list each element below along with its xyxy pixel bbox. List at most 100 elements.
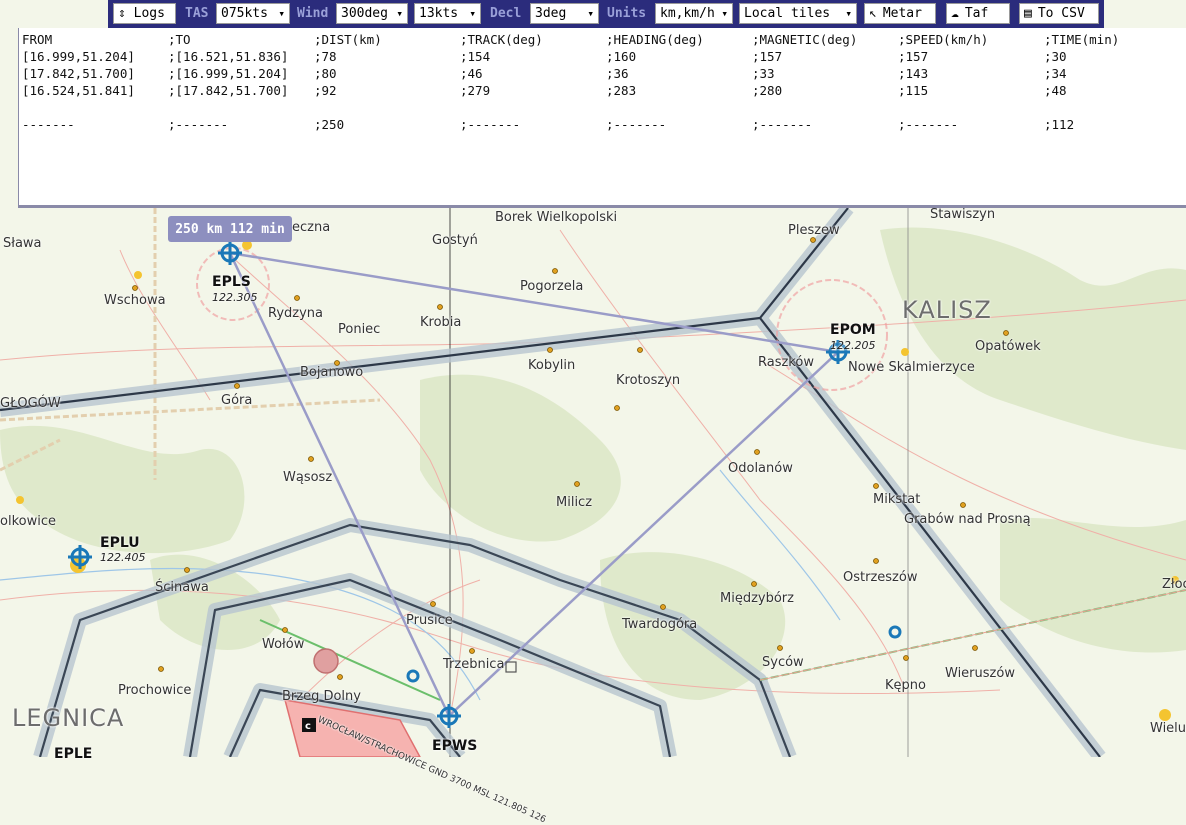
cell: [16.999,51.204]	[22, 49, 135, 64]
airport-eplu-name: EPLU	[100, 535, 140, 551]
wind-dir-value: 300deg	[341, 6, 388, 21]
col-to: ;TO	[168, 32, 191, 47]
taf-label: Taf	[964, 6, 989, 21]
cell: ;-------	[168, 117, 229, 132]
cell: ;-------	[898, 117, 959, 132]
col-time: ;TIME(min)	[1044, 32, 1120, 47]
town-slawa: Sława	[3, 236, 42, 251]
town-olkowice: olkowice	[0, 514, 56, 529]
town-krobia: Krobia	[420, 315, 462, 330]
cell: ;115	[898, 83, 929, 98]
cell: -------	[22, 117, 75, 132]
logs-button[interactable]: ⇕ Logs	[113, 3, 176, 24]
town-leszno: eczna	[292, 220, 331, 235]
csv-label: To CSV	[1037, 6, 1085, 21]
town-sycow: Syców	[762, 655, 804, 670]
town-rydzyna: Rydzyna	[268, 306, 323, 321]
wind-label: Wind	[297, 6, 329, 21]
col-heading: ;HEADING(deg)	[606, 32, 704, 47]
tas-label: TAS	[185, 6, 209, 21]
town-glogow: GŁOGÓW	[0, 396, 61, 411]
col-dist: ;DIST(km)	[314, 32, 382, 47]
cell: ;279	[460, 83, 491, 98]
cell: ;157	[898, 49, 929, 64]
town-wielun: Wielu	[1150, 721, 1186, 736]
town-zloczew: Złoc	[1162, 577, 1186, 592]
cell: ;143	[898, 66, 929, 81]
airport-epws-name: EPWS	[432, 738, 478, 754]
town-kepno: Kępno	[885, 678, 926, 693]
wind-direction-select[interactable]: 300deg	[336, 3, 408, 24]
tas-select[interactable]: 075kts	[216, 3, 290, 24]
town-stawiszyn: Stawiszyn	[930, 207, 996, 222]
units-label: Units	[607, 6, 647, 21]
units-value: km,km/h	[660, 6, 715, 21]
town-kobylin: Kobylin	[528, 358, 576, 373]
airport-epls-name: EPLS	[212, 274, 251, 290]
cell: ;[16.521,51.836]	[168, 49, 289, 64]
decl-label: Decl	[490, 6, 522, 21]
town-legnica: LEGNICA	[12, 704, 125, 732]
town-miedzyborz: Międzybórz	[720, 591, 794, 606]
town-mikstat: Mikstat	[873, 492, 921, 507]
cell: ;280	[752, 83, 783, 98]
town-wolow: Wołów	[262, 637, 305, 652]
col-speed: ;SPEED(km/h)	[898, 32, 989, 47]
airport-eplu-freq: 122.405	[100, 551, 146, 564]
route-distance-badge: 250 km 112 min	[168, 216, 292, 242]
town-pleszew: Pleszew	[788, 223, 840, 238]
town-krotoszyn: Krotoszyn	[616, 373, 681, 388]
town-milicz: Milicz	[556, 495, 593, 510]
town-brzeg-dolny: Brzeg Dolny	[282, 689, 361, 704]
town-poniec: Poniec	[338, 322, 381, 337]
cell: ;30	[1044, 49, 1067, 64]
cell: ;[17.842,51.700]	[168, 83, 289, 98]
cell: ;154	[460, 49, 491, 64]
cell: ;48	[1044, 83, 1067, 98]
town-nowe-skalmierzyce: Nowe Skalmierzyce	[848, 360, 975, 375]
cell: ;-------	[752, 117, 813, 132]
town-kalisz: KALISZ	[902, 296, 992, 324]
town-pogorzela: Pogorzela	[520, 279, 584, 294]
airport-eple: EPLE	[54, 746, 93, 762]
cell: ;250	[314, 117, 345, 132]
town-wschowa: Wschowa	[104, 293, 166, 308]
metar-icon: ↖	[869, 6, 877, 21]
wind-speed-value: 13kts	[419, 6, 459, 21]
wind-speed-select[interactable]: 13kts	[414, 3, 481, 24]
town-borek: Borek Wielkopolski	[495, 210, 618, 225]
town-wieruszow: Wieruszów	[945, 666, 1015, 681]
cell: [17.842,51.700]	[22, 66, 135, 81]
town-prochowice: Prochowice	[118, 683, 192, 698]
cell: ;34	[1044, 66, 1067, 81]
csv-button[interactable]: ▤ To CSV	[1019, 3, 1099, 24]
town-prusice: Prusice	[406, 613, 453, 628]
town-ostrzeszow: Ostrzeszów	[843, 570, 918, 585]
cell: ;112	[1044, 117, 1075, 132]
cell: ;33	[752, 66, 775, 81]
town-scinawa: Ścinawa	[155, 580, 209, 595]
decl-select[interactable]: 3deg	[530, 3, 599, 24]
units-select[interactable]: km,km/h	[655, 3, 733, 24]
logs-panel: FROM ;TO ;DIST(km) ;TRACK(deg) ;HEADING(…	[18, 28, 1186, 208]
tiles-value: Local tiles	[744, 6, 831, 21]
airport-epom-freq: 122.205	[830, 339, 876, 352]
town-opatowek: Opatówek	[975, 339, 1041, 354]
cell: ;[16.999,51.204]	[168, 66, 289, 81]
taf-button[interactable]: ☁ Taf	[946, 3, 1010, 24]
town-odolanow: Odolanów	[728, 461, 793, 476]
cell: ;160	[606, 49, 637, 64]
cell: [16.524,51.841]	[22, 83, 135, 98]
town-gora: Góra	[221, 393, 253, 408]
town-wasosz: Wąsosz	[283, 470, 333, 485]
airport-epom-name: EPOM	[830, 322, 876, 338]
col-from: FROM	[22, 32, 53, 47]
tiles-select[interactable]: Local tiles	[739, 3, 857, 24]
cell: ;80	[314, 66, 337, 81]
metar-button[interactable]: ↖ Metar	[864, 3, 936, 24]
cell: ;92	[314, 83, 337, 98]
col-track: ;TRACK(deg)	[460, 32, 543, 47]
town-raszkow: Raszków	[758, 355, 814, 370]
metar-label: Metar	[882, 6, 922, 21]
town-twardogora: Twardogóra	[622, 617, 698, 632]
